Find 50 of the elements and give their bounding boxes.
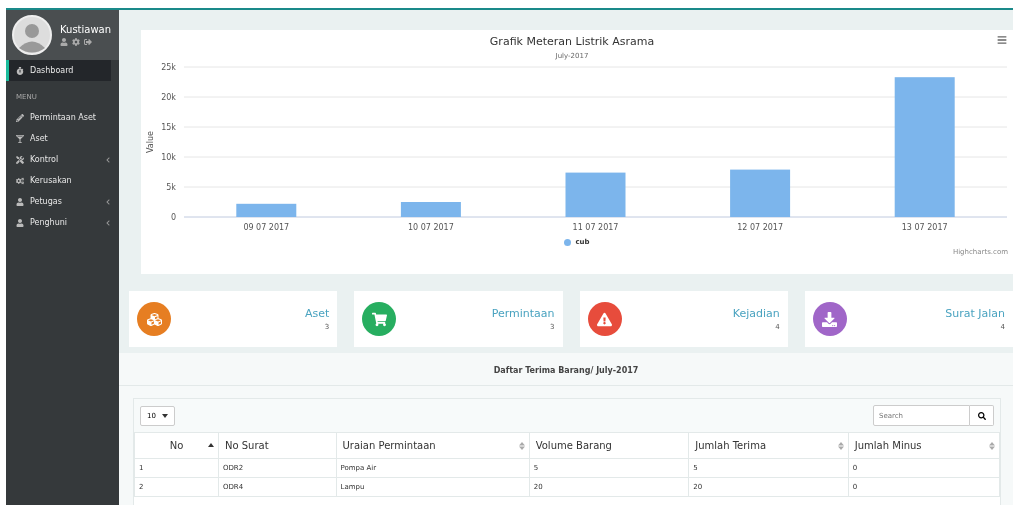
menu-button[interactable] xyxy=(997,35,1007,45)
user-name: Kustiawan xyxy=(60,24,112,35)
column-header[interactable]: Jumlah Minus xyxy=(848,432,1000,459)
caret-icon xyxy=(161,413,168,418)
sidebar-item[interactable]: Penghuni xyxy=(6,212,105,233)
avatar xyxy=(12,15,52,55)
chart-title: Grafik Meteran Listrik Asrama xyxy=(489,35,655,48)
axis-tick-label: 5k xyxy=(166,183,176,192)
sidebar-item[interactable]: Kontrol xyxy=(6,149,105,170)
column-header[interactable]: Jumlah Terima xyxy=(688,432,849,459)
axis-tick-label: 09 07 2017 xyxy=(243,223,290,232)
chevron-icon[interactable] xyxy=(105,156,111,163)
chevron-icon[interactable] xyxy=(105,198,111,205)
stat-label: Aset xyxy=(304,307,330,320)
chevron-icon[interactable] xyxy=(105,219,111,226)
axis-tick-label: 12 07 2017 xyxy=(737,223,783,232)
stat-label: Kejadian xyxy=(732,307,780,320)
column-header[interactable]: No Surat xyxy=(218,432,337,459)
stat-label: Permintaan xyxy=(491,307,555,320)
column-header[interactable]: Uraian Permintaan xyxy=(336,432,530,459)
settings-icon[interactable] xyxy=(72,38,80,46)
stopwatch-icon xyxy=(16,66,24,75)
axis-tick-label: 20k xyxy=(161,93,176,102)
axis-title: Value xyxy=(146,131,155,153)
tools-icon xyxy=(16,155,24,164)
search-button[interactable] xyxy=(970,405,994,426)
axis-tick-label: 10 07 2017 xyxy=(408,223,454,232)
user-icon[interactable] xyxy=(60,38,68,46)
panel-title: Daftar Terima Barang/ July-2017 xyxy=(119,353,1013,386)
logout-icon[interactable] xyxy=(84,38,92,46)
stat-label: Surat Jalan xyxy=(945,307,1005,320)
axis-tick-label: 25k xyxy=(161,63,176,72)
user-icon xyxy=(16,197,24,206)
axis-tick-label: 13 07 2017 xyxy=(901,223,948,232)
axis-tick-label: 0 xyxy=(170,213,176,222)
glass-icon xyxy=(16,134,24,143)
sidebar-item[interactable]: Dashboard xyxy=(6,60,111,81)
user-icon xyxy=(16,218,24,227)
sidebar-item[interactable]: Petugas xyxy=(6,191,105,212)
sidebar-item[interactable]: Aset xyxy=(6,128,111,149)
sidebar-item[interactable]: Permintaan Aset xyxy=(6,107,111,128)
gears-icon xyxy=(16,176,24,185)
axis-tick-label: 10k xyxy=(161,153,176,162)
axis-tick-label: 15k xyxy=(161,123,176,132)
axis-tick-label: 11 07 2017 xyxy=(572,223,619,232)
sidebar-item[interactable]: Kerusakan xyxy=(6,170,111,191)
pencil-icon xyxy=(16,113,24,122)
column-header[interactable]: Volume Barang xyxy=(529,432,689,459)
column-header[interactable]: No xyxy=(134,432,219,459)
search-icon xyxy=(977,411,986,420)
